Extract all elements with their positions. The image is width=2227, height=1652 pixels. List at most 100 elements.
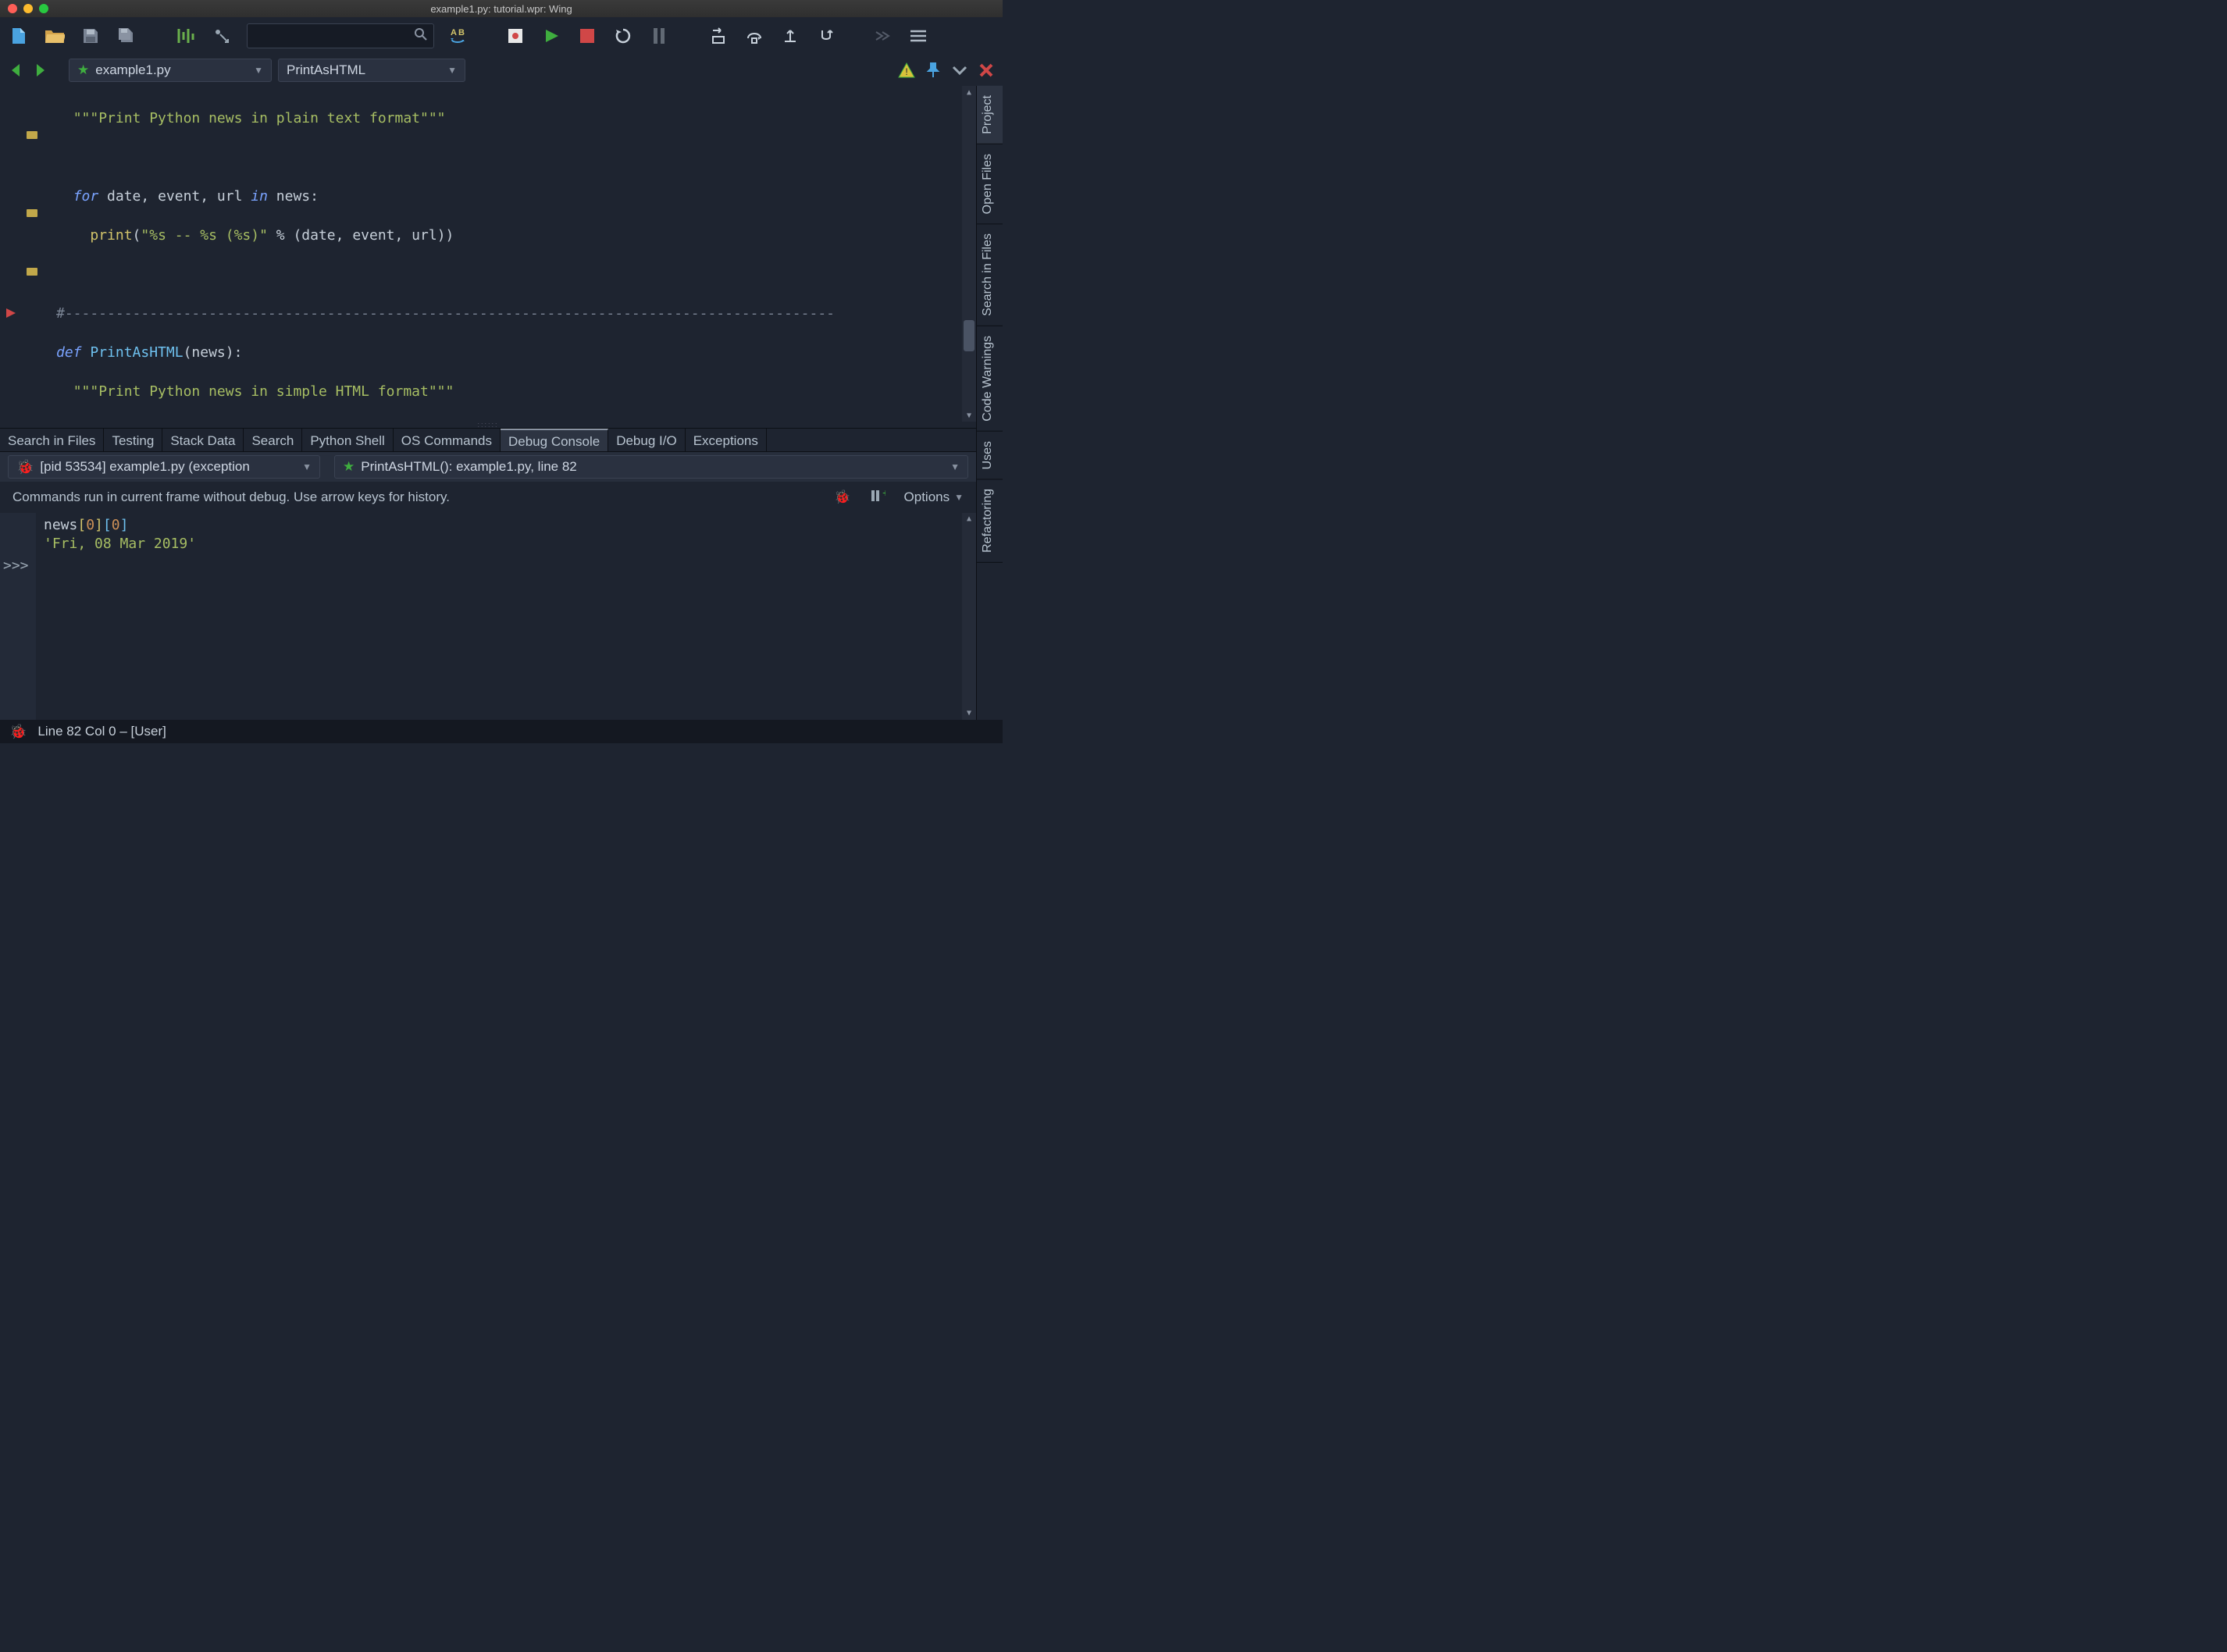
warning-icon[interactable]: ! [896,60,917,80]
console-prompt: >>> [3,557,29,575]
window-title: example1.py: tutorial.wpr: Wing [430,3,572,15]
tab-python-shell[interactable]: Python Shell [302,429,393,451]
record-icon[interactable] [504,25,526,47]
code-editor[interactable]: """Print Python news in plain text forma… [0,86,976,422]
scrollbar-thumb[interactable] [964,320,975,351]
side-tab-code-warnings[interactable]: Code Warnings [977,326,1003,432]
scroll-down-icon[interactable]: ▼ [962,409,976,422]
console-scrollbar[interactable]: ▲ ▼ [962,513,976,720]
debug-bug-icon[interactable]: 🐞 [834,490,850,505]
frame-selector[interactable]: ★ PrintAsHTML(): example1.py, line 82 ▼ [334,455,968,479]
side-tab-refactoring[interactable]: Refactoring [977,479,1003,563]
tab-exceptions[interactable]: Exceptions [686,429,767,451]
menu-icon[interactable] [907,25,929,47]
editor-gutter[interactable] [0,86,48,422]
minimize-window-button[interactable] [23,4,33,13]
close-window-button[interactable] [8,4,17,13]
side-tab-search-in-files[interactable]: Search in Files [977,224,1003,326]
chevron-down-icon: ▼ [447,65,457,76]
tab-search[interactable]: Search [244,429,302,451]
file-selector[interactable]: ★ example1.py ▼ [69,59,272,82]
star-icon: ★ [343,459,355,475]
side-tab-open-files[interactable]: Open Files [977,144,1003,224]
replace-icon[interactable]: AB [448,25,470,47]
restart-icon[interactable] [612,25,634,47]
status-cursor-position: Line 82 Col 0 – [User] [37,724,166,739]
open-folder-icon[interactable] [44,25,66,47]
bottom-panel: Search in Files Testing Stack Data Searc… [0,428,976,720]
options-menu[interactable]: Options▼ [904,490,964,505]
tab-debug-console[interactable]: Debug Console [501,429,608,451]
chevron-down-icon: ▼ [254,65,263,76]
more-icon[interactable] [871,25,893,47]
new-file-icon[interactable] [8,25,30,47]
pin-icon[interactable] [923,60,943,80]
close-icon[interactable] [976,60,996,80]
chevron-down-icon: ▼ [950,461,960,472]
console-hint: Commands run in current frame without de… [12,490,450,505]
pause-icon[interactable] [648,25,670,47]
step-over-icon[interactable] [743,25,765,47]
code-content[interactable]: """Print Python news in plain text forma… [48,86,976,422]
indent-guides-icon[interactable] [175,25,197,47]
zoom-window-button[interactable] [39,4,48,13]
editor-scrollbar[interactable]: ▲ ▼ [962,86,976,422]
process-row: 🐞[pid 53534] example1.py (exception ▼ ★ P… [0,452,976,482]
save-icon[interactable] [80,25,102,47]
console-hint-row: Commands run in current frame without de… [0,482,976,513]
toolbar-search-input[interactable] [254,30,408,42]
expand-icon[interactable] [950,60,970,80]
main-toolbar: AB [0,17,1003,55]
main-area: """Print Python news in plain text forma… [0,86,1003,720]
star-icon: ★ [77,62,89,78]
fold-marker[interactable] [27,131,37,139]
svg-text:A: A [451,28,457,37]
search-icon[interactable] [415,28,427,45]
process-selector[interactable]: 🐞[pid 53534] example1.py (exception ▼ [8,455,320,479]
scroll-up-icon[interactable]: ▲ [962,86,976,98]
window-titlebar: example1.py: tutorial.wpr: Wing [0,0,1003,17]
file-selector-label: example1.py [95,62,170,78]
side-tab-uses[interactable]: Uses [977,432,1003,479]
toolbar-search[interactable] [247,23,434,48]
tab-debug-io[interactable]: Debug I/O [608,429,686,451]
scroll-down-icon[interactable]: ▼ [962,707,976,720]
add-watch-icon[interactable]: + [870,489,885,507]
bottom-tabs: Search in Files Testing Stack Data Searc… [0,429,976,452]
tab-stack-data[interactable]: Stack Data [162,429,244,451]
svg-text:B: B [458,28,465,37]
step-into-icon[interactable] [707,25,729,47]
svg-text:+: + [882,489,885,499]
fold-marker[interactable] [27,209,37,217]
function-selector[interactable]: PrintAsHTML ▼ [278,59,465,82]
stop-icon[interactable] [576,25,598,47]
status-bar: 🐞 Line 82 Col 0 – [User] [0,720,1003,743]
nav-back-button[interactable] [6,61,25,80]
step-return-icon[interactable] [815,25,837,47]
tab-testing[interactable]: Testing [104,429,162,451]
run-icon[interactable] [540,25,562,47]
console-output[interactable]: news[0][0] 'Fri, 08 Mar 2019' [36,513,976,720]
step-out-icon[interactable] [779,25,801,47]
code-text: """Print Python news in plain text forma… [73,110,446,126]
process-label: [pid 53534] example1.py (exception [40,459,249,475]
debug-console[interactable]: >>> news[0][0] 'Fri, 08 Mar 2019' ▲ ▼ [0,513,976,720]
tab-os-commands[interactable]: OS Commands [394,429,501,451]
scroll-up-icon[interactable]: ▲ [962,513,976,525]
console-gutter: >>> [0,513,36,720]
chevron-down-icon: ▼ [302,461,312,472]
tab-search-in-files[interactable]: Search in Files [0,429,104,451]
fold-marker[interactable] [27,268,37,276]
nav-forward-button[interactable] [31,61,50,80]
frame-label: PrintAsHTML(): example1.py, line 82 [361,459,577,475]
side-tab-project[interactable]: Project [977,86,1003,144]
chevron-down-icon: ▼ [954,492,964,503]
function-selector-label: PrintAsHTML [287,62,365,78]
breakpoint-icon[interactable] [5,305,17,318]
pointer-icon[interactable] [211,25,233,47]
right-side-tabs: Project Open Files Search in Files Code … [976,86,1003,720]
traffic-lights [0,4,48,13]
split-sash[interactable]: :::::: [0,422,976,428]
save-all-icon[interactable] [116,25,137,47]
status-bug-icon[interactable]: 🐞 [9,724,27,740]
